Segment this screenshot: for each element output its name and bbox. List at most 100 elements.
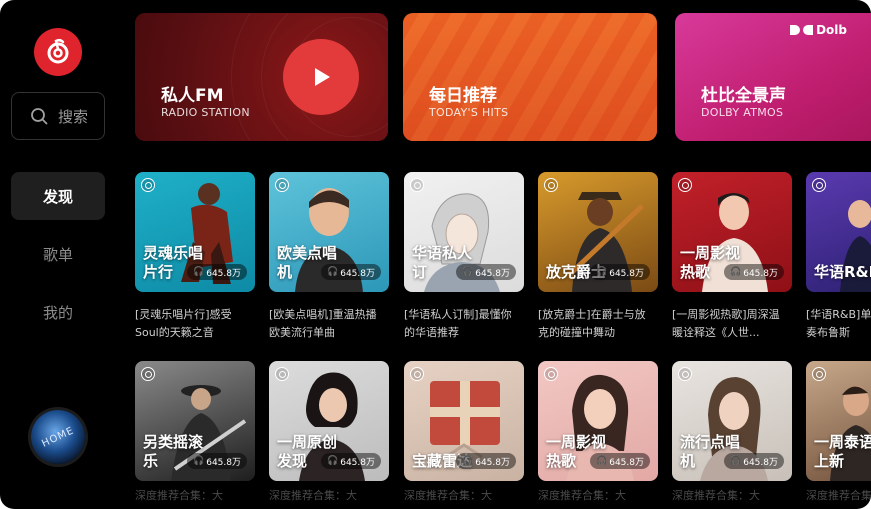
- card-desc: 深度推荐合集：大: [806, 489, 871, 502]
- banner-title: 杜比全景声: [701, 86, 786, 106]
- playlist-card[interactable]: 放克爵士 🎧 645.8万 [放克爵士]在爵士与放克的碰撞中舞动: [538, 172, 658, 342]
- play-count: 🎧 645.8万: [187, 453, 247, 469]
- playlist-card[interactable]: 另类摇滚乐 🎧 645.8万 深度推荐合集：大: [135, 361, 255, 503]
- home-label: HOME: [40, 424, 76, 450]
- banner-subtitle: DOLBY ATMOS: [701, 106, 784, 119]
- playlist-cover: 放克爵士 🎧 645.8万: [538, 172, 658, 292]
- playlist-cover: 华语R&B: [806, 172, 871, 292]
- card-desc: [欧美点唱机]重温热播欧美流行单曲: [269, 308, 377, 339]
- play-count: 🎧 645.8万: [724, 264, 784, 280]
- playlist-card[interactable]: 华语R&B [华语R&B]单曲华语节奏布鲁斯: [806, 172, 871, 342]
- home-button[interactable]: HOME: [31, 410, 85, 464]
- card-desc: [灵魂乐唱片行]感受Soul的天籁之音: [135, 308, 232, 339]
- dolby-brand: Dolb: [790, 23, 847, 37]
- headphone-icon: 🎧: [596, 456, 608, 466]
- app-window: 搜索 发现 歌单 我的 HOME 私人FM RADIO STATION 每日推荐…: [0, 0, 871, 509]
- play-count: 🎧 645.8万: [456, 453, 516, 469]
- playlist-card[interactable]: 欧美点唱机 🎧 645.8万 [欧美点唱机]重温热播欧美流行单曲: [269, 172, 389, 342]
- card-desc: 深度推荐合集：大: [538, 489, 626, 502]
- headphone-icon: 🎧: [596, 267, 608, 277]
- playlist-card[interactable]: 一周影视热歌 🎧 645.8万 深度推荐合集：大: [538, 361, 658, 503]
- card-desc: [华语R&B]单曲华语节奏布鲁斯: [806, 308, 871, 339]
- playlist-cover: 流行点唱机 🎧 645.8万: [672, 361, 792, 481]
- playlist-card[interactable]: 一周原创发现 🎧 645.8万 深度推荐合集：大: [269, 361, 389, 503]
- play-count-value: 645.8万: [609, 268, 644, 279]
- headphone-icon: 🎧: [462, 267, 474, 277]
- playlist-cover: 宝藏雷达 🎧 645.8万: [404, 361, 524, 481]
- play-count-value: 645.8万: [340, 268, 375, 279]
- banner-daily-hits[interactable]: 每日推荐 TODAY'S HITS: [403, 13, 657, 141]
- playlist-cover: 一周影视热歌 🎧 645.8万: [538, 361, 658, 481]
- card-desc: [华语私人订制]最懂你的华语推荐: [404, 308, 512, 339]
- play-count-value: 645.8万: [743, 457, 778, 468]
- play-count-value: 645.8万: [206, 268, 241, 279]
- nav-mine[interactable]: 我的: [11, 288, 105, 336]
- search-button[interactable]: 搜索: [11, 92, 105, 140]
- netease-mini-icon: [812, 178, 826, 192]
- dolby-brand-text: Dolb: [816, 23, 847, 37]
- nav-discover[interactable]: 发现: [11, 172, 105, 220]
- banner-subtitle: RADIO STATION: [161, 106, 250, 119]
- play-button[interactable]: [283, 39, 359, 115]
- card-desc: [放克爵士]在爵士与放克的碰撞中舞动: [538, 308, 646, 339]
- play-count: 🎧 645.8万: [321, 453, 381, 469]
- play-count: 🎧 645.8万: [321, 264, 381, 280]
- playlist-cover: 一周泰语上新: [806, 361, 871, 481]
- netease-mini-icon: [678, 367, 692, 381]
- play-count-value: 645.8万: [340, 457, 375, 468]
- play-count: 🎧 645.8万: [187, 264, 247, 280]
- netease-mini-icon: [678, 178, 692, 192]
- playlist-card[interactable]: 宝藏雷达 🎧 645.8万 深度推荐合集：大: [404, 361, 524, 503]
- card-desc: [一周影视热歌]周深温暖诠释这《人世...: [672, 308, 780, 339]
- card-desc: 深度推荐合集：大: [672, 489, 760, 502]
- netease-mini-icon: [141, 178, 155, 192]
- netease-mini-icon: [275, 178, 289, 192]
- play-count: 🎧 645.8万: [724, 453, 784, 469]
- netease-mini-icon: [812, 367, 826, 381]
- banner-dolby-atmos[interactable]: Dolb 杜比全景声 DOLBY ATMOS: [675, 13, 871, 141]
- headphone-icon: 🎧: [193, 456, 205, 466]
- banner-title: 每日推荐: [429, 86, 497, 106]
- play-count: 🎧 645.8万: [590, 264, 650, 280]
- card-desc: 深度推荐合集：大: [135, 489, 223, 502]
- card-desc: 深度推荐合集：大: [404, 489, 492, 502]
- playlist-cover: 华语私人订 🎧 645.8万: [404, 172, 524, 292]
- netease-mini-icon: [275, 367, 289, 381]
- nav-playlists[interactable]: 歌单: [11, 230, 105, 278]
- headphone-icon: 🎧: [730, 267, 742, 277]
- playlist-card[interactable]: 流行点唱机 🎧 645.8万 深度推荐合集：大: [672, 361, 792, 503]
- card-title: 一周泰语上新: [814, 433, 871, 470]
- headphone-icon: 🎧: [193, 267, 205, 277]
- playlist-card[interactable]: 华语私人订 🎧 645.8万 [华语私人订制]最懂你的华语推荐: [404, 172, 524, 342]
- search-label: 搜索: [58, 107, 89, 126]
- netease-mini-icon: [544, 367, 558, 381]
- banner-private-fm[interactable]: 私人FM RADIO STATION: [135, 13, 388, 141]
- play-icon: [315, 68, 330, 86]
- netease-mini-icon: [410, 367, 424, 381]
- netease-logo-icon[interactable]: [34, 28, 82, 76]
- search-icon: [31, 108, 48, 125]
- play-count-value: 645.8万: [475, 457, 510, 468]
- play-count: 🎧 645.8万: [456, 264, 516, 280]
- card-title: 华语R&B: [814, 263, 871, 281]
- play-count-value: 645.8万: [206, 457, 241, 468]
- banner-subtitle: TODAY'S HITS: [429, 106, 509, 119]
- playlist-cover: 一周原创发现 🎧 645.8万: [269, 361, 389, 481]
- play-count-value: 645.8万: [743, 268, 778, 279]
- netease-mini-icon: [141, 367, 155, 381]
- dolby-logo-icon: [803, 25, 814, 35]
- headphone-icon: 🎧: [730, 456, 742, 466]
- playlist-card[interactable]: 一周泰语上新 深度推荐合集：大: [806, 361, 871, 503]
- playlist-cover: 欧美点唱机 🎧 645.8万: [269, 172, 389, 292]
- playlist-card[interactable]: 一周影视热歌 🎧 645.8万 [一周影视热歌]周深温暖诠释这《人世...: [672, 172, 792, 342]
- banner-title: 私人FM: [161, 86, 224, 106]
- playlist-card[interactable]: 灵魂乐唱片行 🎧 645.8万 [灵魂乐唱片行]感受Soul的天籁之音: [135, 172, 255, 342]
- playlist-cover: 一周影视热歌 🎧 645.8万: [672, 172, 792, 292]
- playlist-cover: 另类摇滚乐 🎧 645.8万: [135, 361, 255, 481]
- card-desc: 深度推荐合集：大: [269, 489, 357, 502]
- headphone-icon: 🎧: [327, 267, 339, 277]
- netease-mini-icon: [544, 178, 558, 192]
- dolby-logo-icon: [790, 25, 801, 35]
- playlist-cover: 灵魂乐唱片行 🎧 645.8万: [135, 172, 255, 292]
- play-count-value: 645.8万: [475, 268, 510, 279]
